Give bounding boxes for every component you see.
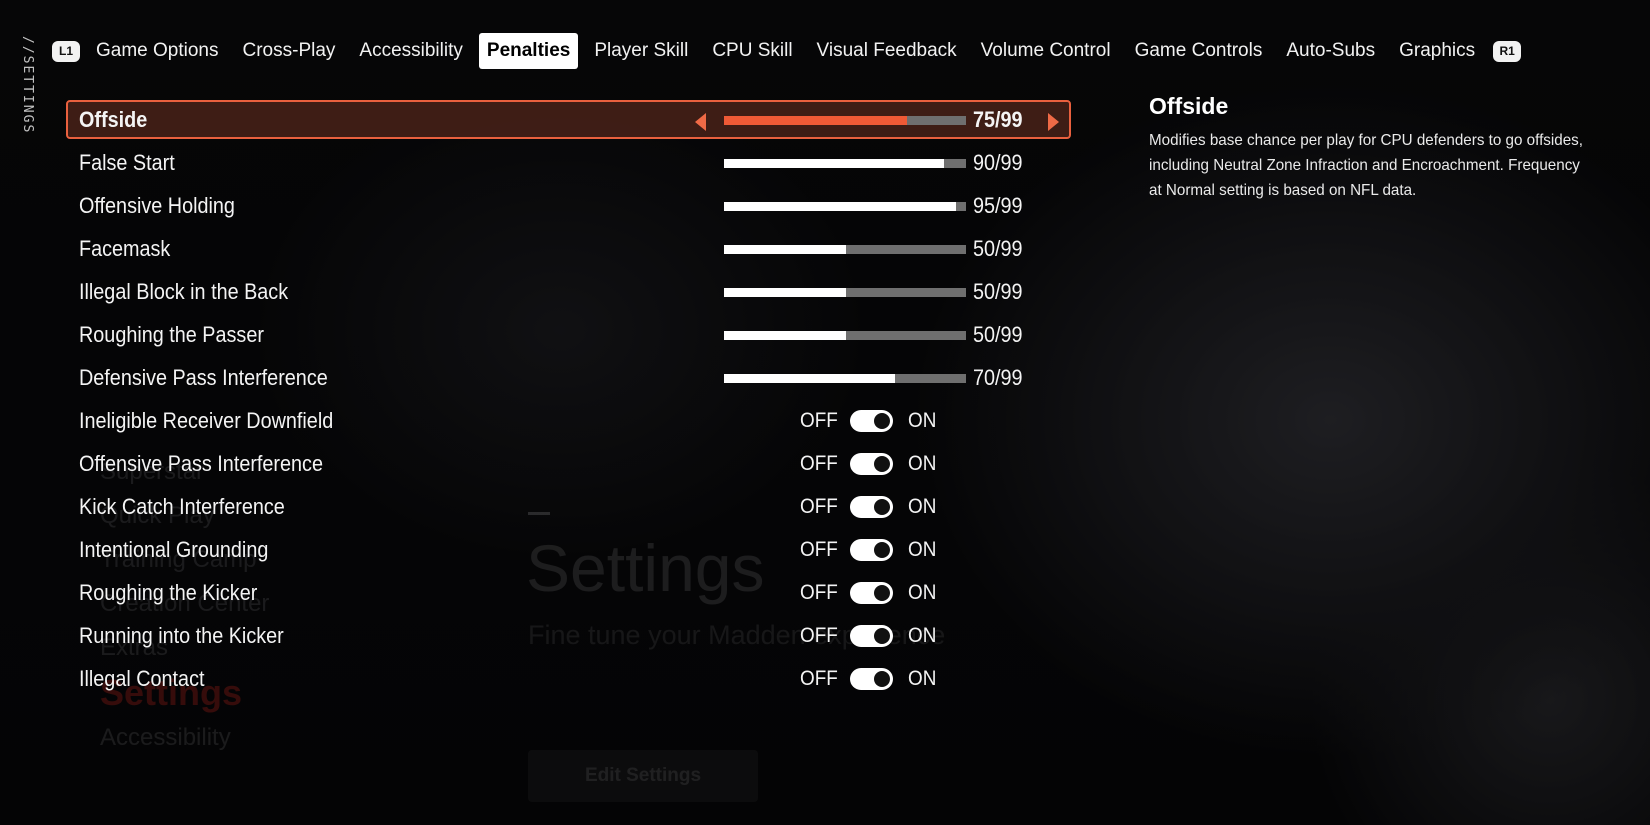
screen: Superstar Quick Play Training Camp Creat… [0,0,1650,825]
setting-label: Illegal Block in the Back [79,279,289,304]
setting-row-kick-catch[interactable]: Kick Catch Interference OFF ON [66,487,1071,530]
toggle-on-label: ON [908,452,937,475]
slider-track[interactable] [724,288,966,297]
toggle-off-label: OFF [800,538,838,561]
arrow-left-icon[interactable] [695,113,706,131]
tab-auto-subs[interactable]: Auto-Subs [1278,33,1383,69]
setting-row-roughing-passer[interactable]: Roughing the Passer 50/99 [66,315,1071,358]
setting-label: Facemask [79,236,171,261]
slider-value: 50/99 [973,322,1023,347]
toggle-off-label: OFF [800,581,838,604]
slider-fill [724,331,847,340]
info-description: Modifies base chance per play for CPU de… [1149,132,1584,199]
tab-cpu-skill[interactable]: CPU Skill [704,33,800,69]
side-label: //SETTINGS [20,36,35,135]
slider-fill [724,245,847,254]
arrow-right-icon[interactable] [1048,113,1059,131]
slider-value: 90/99 [973,150,1023,175]
toggle-knob [874,542,890,558]
setting-label: Intentional Grounding [79,537,269,562]
toggle-on-label: ON [908,495,937,518]
toggle-switch[interactable] [850,625,893,647]
setting-row-false-start[interactable]: False Start 90/99 [66,143,1071,186]
toggle-knob [874,456,890,472]
slider-fill [724,374,896,383]
setting-row-ineligible-receiver[interactable]: Ineligible Receiver Downfield OFF ON [66,401,1071,444]
slider-track[interactable] [724,245,966,254]
setting-label: Defensive Pass Interference [79,365,328,390]
setting-row-running-into-kicker[interactable]: Running into the Kicker OFF ON [66,616,1071,659]
setting-row-offensive-pi[interactable]: Offensive Pass Interference OFF ON [66,444,1071,487]
tab-accessibility[interactable]: Accessibility [351,33,470,69]
setting-row-roughing-kicker[interactable]: Roughing the Kicker OFF ON [66,573,1071,616]
tab-bar: L1 Game Options Cross-Play Accessibility… [52,33,1522,69]
toggle-switch[interactable] [850,496,893,518]
toggle-switch[interactable] [850,668,893,690]
slider-value: 70/99 [973,365,1023,390]
slider-fill [724,159,944,168]
toggle-knob [874,499,890,515]
toggle-off-label: OFF [800,667,838,690]
slider-value: 75/99 [973,107,1023,132]
slider-fill [724,288,847,297]
tab-visual-feedback[interactable]: Visual Feedback [809,33,965,69]
toggle-on-label: ON [908,538,937,561]
slider-track[interactable] [724,116,966,125]
setting-label: Offensive Holding [79,193,235,218]
setting-row-intentional-grounding[interactable]: Intentional Grounding OFF ON [66,530,1071,573]
toggle-on-label: ON [908,581,937,604]
slider-value: 95/99 [973,193,1023,218]
slider-track[interactable] [724,331,966,340]
slider-fill [724,202,957,211]
toggle-on-label: ON [908,409,937,432]
setting-row-facemask[interactable]: Facemask 50/99 [66,229,1071,272]
toggle-off-label: OFF [800,452,838,475]
toggle-on-label: ON [908,667,937,690]
r1-bumper-icon[interactable]: R1 [1493,40,1522,62]
slider-track[interactable] [724,374,966,383]
setting-label: False Start [79,150,175,175]
setting-label: Offensive Pass Interference [79,451,323,476]
tab-volume-control[interactable]: Volume Control [973,33,1119,69]
setting-row-offensive-holding[interactable]: Offensive Holding 95/99 [66,186,1071,229]
setting-label: Offside [79,107,148,132]
setting-row-offside[interactable]: Offside 75/99 [66,100,1071,139]
toggle-on-label: ON [908,624,937,647]
tab-game-options[interactable]: Game Options [88,33,227,69]
setting-label: Kick Catch Interference [79,494,285,519]
penalty-settings-list: Offside 75/99 False Start 90/99 Offensiv… [66,100,1071,702]
toggle-off-label: OFF [800,624,838,647]
toggle-switch[interactable] [850,539,893,561]
setting-row-illegal-block[interactable]: Illegal Block in the Back 50/99 [66,272,1071,315]
tab-graphics[interactable]: Graphics [1391,33,1483,69]
setting-row-defensive-pi[interactable]: Defensive Pass Interference 70/99 [66,358,1071,401]
slider-track[interactable] [724,159,966,168]
toggle-off-label: OFF [800,409,838,432]
setting-label: Ineligible Receiver Downfield [79,408,334,433]
tab-penalties[interactable]: Penalties [478,33,579,69]
toggle-switch[interactable] [850,453,893,475]
toggle-knob [874,413,890,429]
info-title: Offside [1149,93,1229,119]
toggle-switch[interactable] [850,410,893,432]
slider-value: 50/99 [973,279,1023,304]
l1-bumper-icon[interactable]: L1 [52,40,80,62]
tab-player-skill[interactable]: Player Skill [586,33,696,69]
setting-label: Roughing the Kicker [79,580,258,605]
setting-info-panel: Offside Modifies base chance per play fo… [1149,93,1589,203]
setting-label: Roughing the Passer [79,322,264,347]
tab-game-controls[interactable]: Game Controls [1127,33,1271,69]
setting-row-illegal-contact[interactable]: Illegal Contact OFF ON [66,659,1071,702]
slider-fill [724,116,908,125]
toggle-knob [874,628,890,644]
slider-track[interactable] [724,202,966,211]
setting-label: Running into the Kicker [79,623,284,648]
tab-cross-play[interactable]: Cross-Play [235,33,344,69]
slider-value: 50/99 [973,236,1023,261]
toggle-off-label: OFF [800,495,838,518]
toggle-switch[interactable] [850,582,893,604]
toggle-knob [874,585,890,601]
setting-label: Illegal Contact [79,666,205,691]
toggle-knob [874,671,890,687]
